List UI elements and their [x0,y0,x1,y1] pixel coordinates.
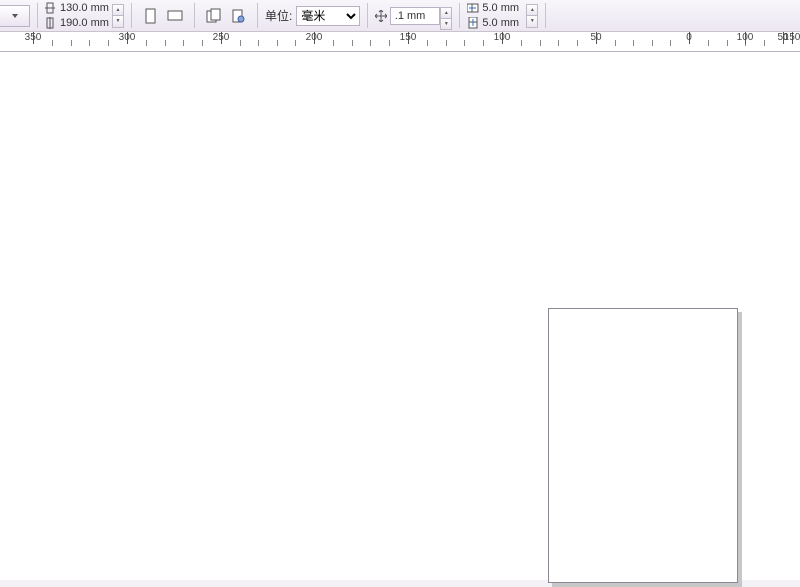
spinner-down-icon[interactable]: ▼ [440,18,452,30]
portrait-icon [144,8,158,24]
separator [545,3,546,28]
orientation-group [136,0,190,31]
spinner-down-icon[interactable]: ▼ [526,15,538,28]
horizontal-ruler[interactable]: 35030025020015010050050100150 [0,32,800,52]
pages-stack-icon [206,8,222,24]
page-rectangle[interactable] [548,308,738,583]
dup-y-value[interactable]: 5.0 mm [482,17,526,29]
page-height-icon [45,17,57,29]
separator [257,3,258,28]
page-width-value[interactable]: 130.0 mm [60,2,112,14]
spinner-up-icon[interactable]: ▲ [112,4,124,16]
nudge-group: .1 mm ▲ ▼ [372,0,455,31]
units-group: 单位: 毫米 [262,0,363,31]
spinner-down-icon[interactable]: ▼ [112,15,124,28]
portrait-button[interactable] [139,4,163,28]
nudge-icon [375,10,387,22]
separator [37,3,38,28]
canvas-area[interactable] [0,52,800,580]
separator [194,3,195,28]
separator [131,3,132,28]
dup-x-icon [467,2,479,14]
units-label: 单位: [265,7,292,24]
duplicate-distance-group: 5.0 mm 5.0 mm ▲ ▼ [464,0,541,31]
separator [367,3,368,28]
dup-distance-spinner[interactable]: ▲ ▼ [526,4,538,28]
page-scope-group [199,0,253,31]
ruler-ticks: 35030025020015010050050100150 [0,32,800,51]
single-page-icon [230,8,246,24]
current-page-button[interactable] [226,4,250,28]
preset-dropdown[interactable] [0,0,33,31]
dup-x-value[interactable]: 5.0 mm [482,2,526,14]
nudge-spinner[interactable]: ▲ ▼ [440,7,452,25]
property-bar: 130.0 mm 190.0 mm ▲ ▼ [0,0,800,32]
page-height-value[interactable]: 190.0 mm [60,17,112,29]
spinner-up-icon[interactable]: ▲ [526,4,538,16]
nudge-value[interactable]: .1 mm [390,7,440,25]
spinner-up-icon[interactable]: ▲ [440,7,452,18]
units-select[interactable]: 毫米 [296,6,360,26]
chevron-down-icon [12,14,18,18]
dup-y-icon [467,17,479,29]
separator [459,3,460,28]
landscape-icon [167,9,183,23]
all-pages-button[interactable] [202,4,226,28]
page-dimensions-group: 130.0 mm 190.0 mm ▲ ▼ [42,0,127,31]
landscape-button[interactable] [163,4,187,28]
page-size-spinner[interactable]: ▲ ▼ [112,4,124,28]
page-width-icon [45,2,57,14]
